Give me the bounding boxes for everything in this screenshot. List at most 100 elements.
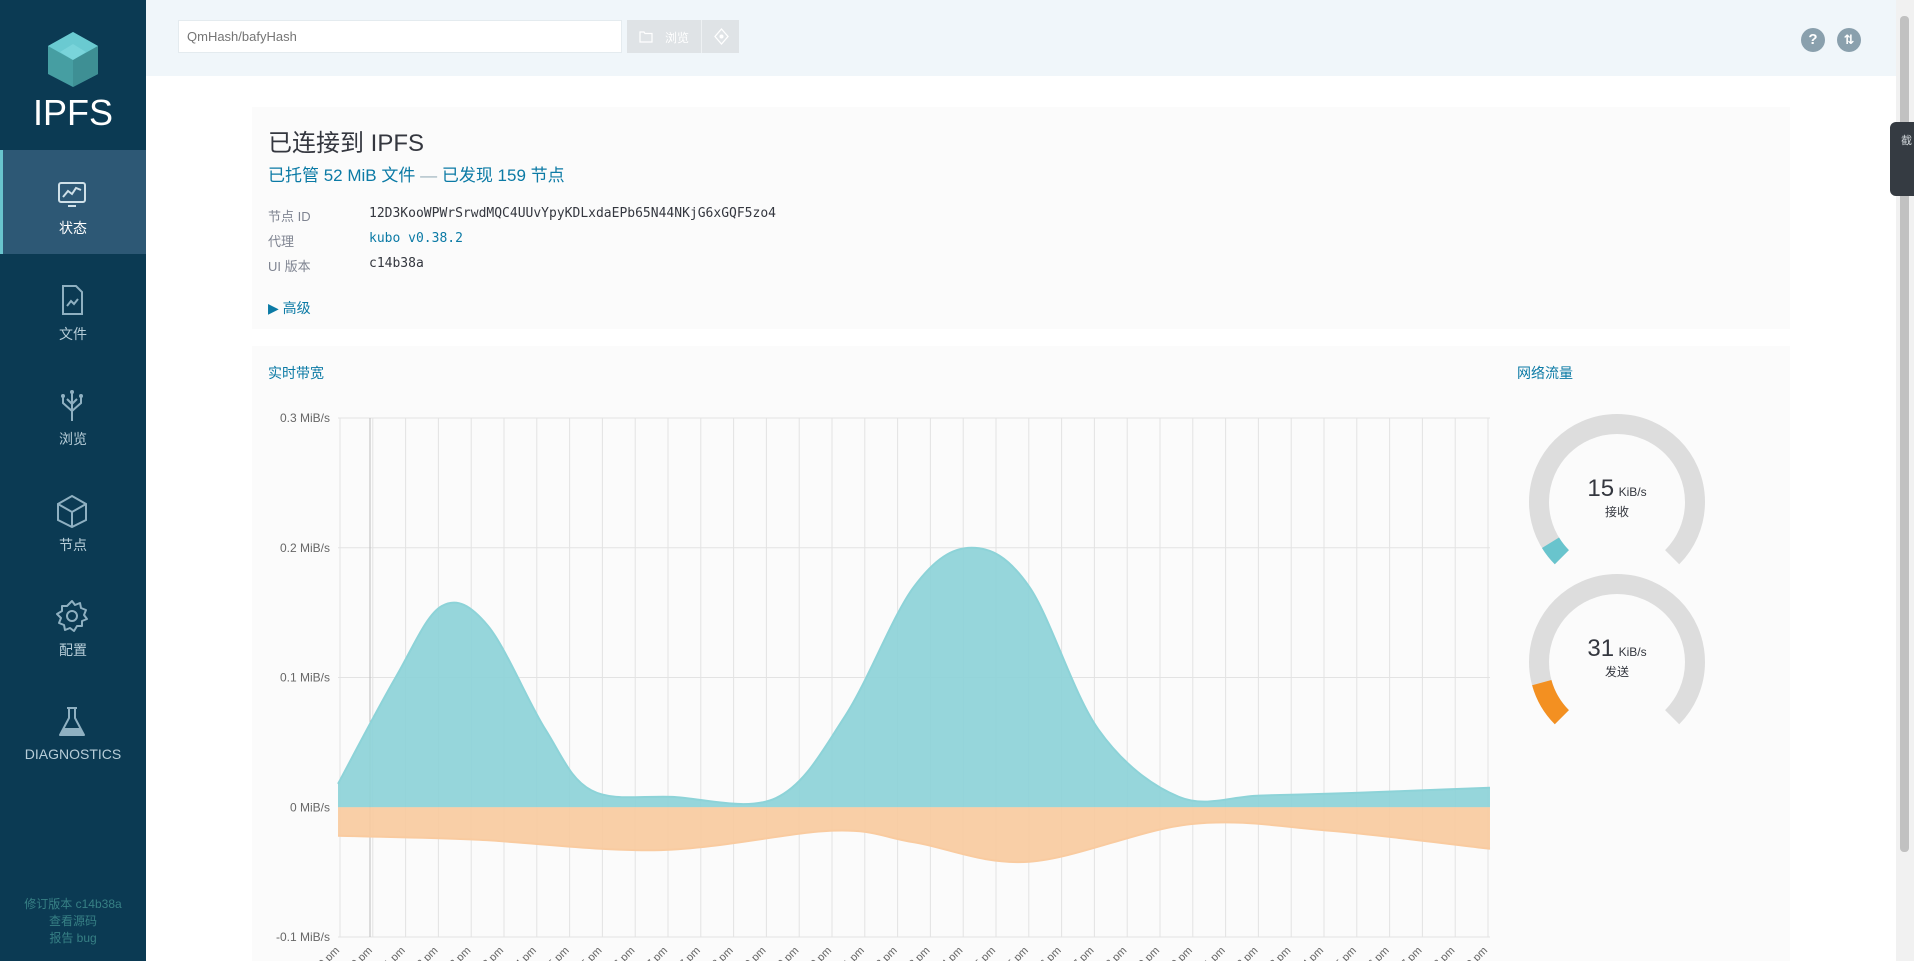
x-tick-label: 5 pm xyxy=(972,945,998,961)
nav-label-settings: 配置 xyxy=(59,642,87,658)
search-button-group: 浏览 xyxy=(627,20,739,53)
files-icon xyxy=(62,285,83,315)
nav-item-files[interactable]: 文件 xyxy=(0,256,146,360)
ipfs-logo[interactable]: IPFS xyxy=(0,0,146,150)
x-tick-label: 0 pm xyxy=(1169,945,1195,961)
sidebar: IPFS 状态 文件 浏览 节点 配置 DIAGNOSTICS 修订版本 c14… xyxy=(0,0,146,961)
y-tick-label: 0.1 MiB/s xyxy=(280,671,330,685)
x-tick-label: 0 pm xyxy=(808,945,834,961)
help-icon[interactable]: ? xyxy=(1801,28,1825,52)
x-tick-label: 8 pm xyxy=(710,945,736,961)
ipld-icon xyxy=(714,28,729,45)
x-tick-label: 0 pm xyxy=(776,945,802,961)
send-rate: 31 KiB/s xyxy=(1522,635,1712,663)
hash-search-input[interactable] xyxy=(178,20,622,53)
send-rate-unit: KiB/s xyxy=(1618,645,1647,659)
x-tick-label: 1 pm xyxy=(841,945,867,961)
nav-label-diagnostics: DIAGNOSTICS xyxy=(24,746,122,762)
report-bug-link[interactable]: 报告 bug xyxy=(0,930,146,947)
ipfs-cube-icon xyxy=(48,32,98,87)
browse-button[interactable]: 浏览 xyxy=(627,20,701,53)
x-tick-label: 7 pm xyxy=(1071,945,1097,961)
logo-text: IPFS xyxy=(32,92,113,133)
x-tick-label: 2 pm xyxy=(415,945,441,961)
peers-icon xyxy=(57,494,87,529)
x-tick-label: 1 pm xyxy=(1202,945,1228,961)
revision-link[interactable]: 修订版本 c14b38a xyxy=(0,896,146,913)
nav-item-explore[interactable]: 浏览 xyxy=(0,361,146,465)
send-rate-value: 31 xyxy=(1587,635,1615,662)
y-tick-label: -0.1 MiB/s xyxy=(276,930,330,944)
x-tick-label: 0 pm xyxy=(349,945,375,961)
nav-label-explore: 浏览 xyxy=(59,431,87,447)
sidebar-footer: 修订版本 c14b38a 查看源码 报告 bug xyxy=(0,896,146,947)
nav-item-peers[interactable]: 节点 xyxy=(0,467,146,571)
y-tick-label: 0.3 MiB/s xyxy=(280,411,330,425)
ipld-button[interactable] xyxy=(701,20,740,53)
ui-version-value: c14b38a xyxy=(369,256,424,271)
send-area xyxy=(338,807,1490,863)
connection-icon[interactable]: ⇅ xyxy=(1837,28,1861,52)
nav-label-status: 状态 xyxy=(59,220,87,236)
nav-item-diagnostics[interactable]: DIAGNOSTICS xyxy=(0,678,146,782)
folder-icon xyxy=(639,31,653,43)
hosted-link[interactable]: 已托管 52 MiB 文件 xyxy=(268,166,415,185)
agent-label: 代理 xyxy=(268,234,295,249)
explore-icon xyxy=(61,390,83,421)
ui-version-label: UI 版本 xyxy=(268,259,311,274)
x-tick-label: 6 pm xyxy=(1038,945,1064,961)
discovered-peers-link[interactable]: 已发现 159 节点 xyxy=(442,166,565,185)
network-traffic-title: 网络流量 xyxy=(1517,365,1573,381)
source-link[interactable]: 查看源码 xyxy=(0,913,146,930)
receive-label: 接收 xyxy=(1604,505,1629,519)
x-tick-label: 5 pm xyxy=(546,945,572,961)
browse-label: 浏览 xyxy=(665,31,690,45)
bandwidth-card: 实时带宽 网络流量 0.3 MiB/s 0.2 MiB/s 0.1 MiB/s 0 M… xyxy=(252,346,1790,961)
y-tick-label: 0 MiB/s xyxy=(290,800,330,814)
x-tick-label: 3 pm xyxy=(1268,945,1294,961)
settings-icon xyxy=(56,600,88,632)
nav-item-status[interactable]: 状态 xyxy=(0,150,146,254)
x-tick-label: 7 pm xyxy=(677,945,703,961)
side-tab-label: 截 xyxy=(1901,135,1912,147)
x-tick-label: 4 pm xyxy=(1300,945,1326,961)
x-tick-label: 7 pm xyxy=(644,945,670,961)
receive-rate-value: 15 xyxy=(1587,475,1615,502)
send-gauge: 31 KiB/s 发送 xyxy=(1522,567,1712,757)
diagnostics-icon xyxy=(59,707,85,736)
x-tick-label: 2 pm xyxy=(874,945,900,961)
x-tick-label: 8 pm xyxy=(1432,945,1458,961)
x-tick-label: 3 pm xyxy=(480,945,506,961)
bandwidth-chart: 0.3 MiB/s 0.2 MiB/s 0.1 MiB/s 0 MiB/s -0.1 M… xyxy=(276,411,1490,961)
peer-id-value: 12D3KooWPWrSrwdMQC4UUvYpyKDLxdaEPb65N44N… xyxy=(369,206,776,221)
receive-rate-unit: KiB/s xyxy=(1618,485,1647,499)
x-tick-label: 6 pm xyxy=(1366,945,1392,961)
nav-label-files: 文件 xyxy=(59,326,87,342)
x-tick-label: 1 pm xyxy=(382,945,408,961)
status-summary: 已托管 52 MiB 文件 — 已发现 159 节点 xyxy=(268,161,565,186)
x-tick-label: 9 pm xyxy=(743,945,769,961)
x-tick-label: 5 pm xyxy=(1005,945,1031,961)
x-tick-label: 9 pm xyxy=(1136,945,1162,961)
x-tick-label: 2 pm xyxy=(1235,945,1261,961)
peer-id-label: 节点 ID xyxy=(268,209,311,224)
x-tick-label: 3 pm xyxy=(907,945,933,961)
x-tick-label: 9 pm xyxy=(1464,945,1490,961)
x-tick-label: 5 pm xyxy=(579,945,605,961)
status-card: 已连接到 IPFS 已托管 52 MiB 文件 — 已发现 159 节点 节点 … xyxy=(252,107,1790,329)
summary-separator: — xyxy=(420,166,438,185)
x-tick-label: 2 pm xyxy=(448,945,474,961)
x-tick-label: 7 pm xyxy=(1399,945,1425,961)
x-tick-label: 4 pm xyxy=(940,945,966,961)
y-tick-label: 0.2 MiB/s xyxy=(280,541,330,555)
agent-version-link[interactable]: kubo v0.38.2 xyxy=(369,231,463,246)
advanced-toggle[interactable]: ▶ 高级 xyxy=(268,298,311,318)
status-title: 已连接到 IPFS xyxy=(268,130,425,157)
top-bar: 浏览 ? ⇅ xyxy=(146,0,1896,76)
nav-item-settings[interactable]: 配置 xyxy=(0,572,146,676)
x-tick-label: 6 pm xyxy=(612,945,638,961)
x-tick-label: 8 pm xyxy=(1104,945,1130,961)
send-label: 发送 xyxy=(1604,665,1629,679)
screenshot-side-tab[interactable]: 截 xyxy=(1890,122,1914,196)
nav-label-peers: 节点 xyxy=(59,537,87,553)
